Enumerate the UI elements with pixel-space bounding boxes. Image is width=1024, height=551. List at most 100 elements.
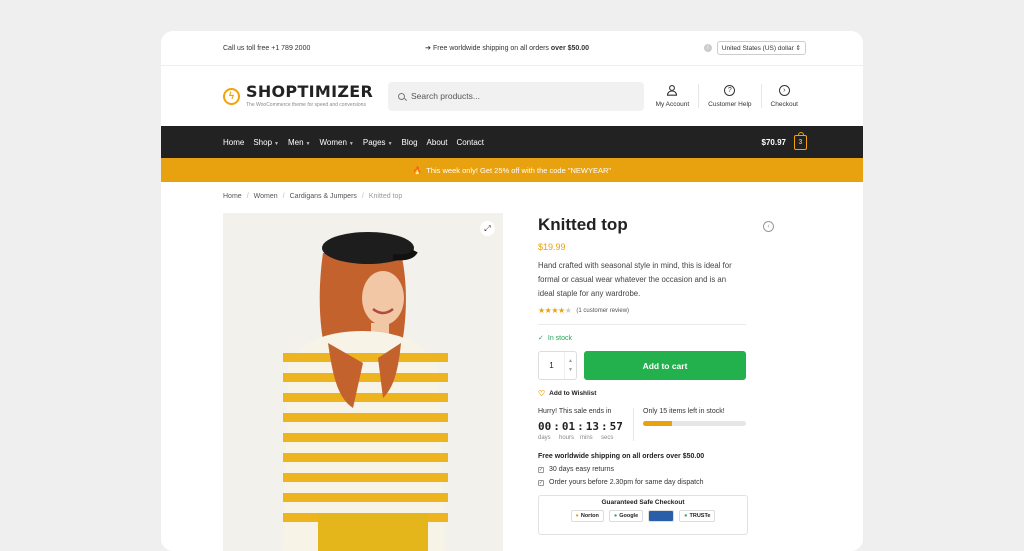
nav-men[interactable]: Men ▼ <box>288 138 311 147</box>
checkout-label: Checkout <box>770 100 798 108</box>
nav-contact[interactable]: Contact <box>456 138 484 147</box>
search-placeholder: Search products... <box>411 91 480 101</box>
cart-total: $70.97 <box>761 137 786 147</box>
safe-checkout-box: Guaranteed Safe Checkout ● Norton ● Google… <box>538 495 748 535</box>
heart-icon: ♡ <box>538 389 546 398</box>
divider <box>538 324 746 325</box>
nav-blog[interactable]: Blog <box>402 138 418 147</box>
site-logo[interactable]: ϟ SHOPTIMIZER The WooCommerce theme for … <box>223 84 388 108</box>
stock-label: In stock <box>547 334 572 342</box>
customer-help-link[interactable]: ? Customer Help <box>698 84 760 108</box>
store-page: Call us toll free +1 789 2000 ➔ Free wor… <box>161 31 863 551</box>
breadcrumb-home[interactable]: Home <box>223 193 242 212</box>
star-rating-icons: ★★★★★ <box>538 306 572 315</box>
cart-button[interactable]: $70.97 3 <box>761 131 807 150</box>
stock-progress-bar <box>643 421 746 426</box>
unit-secs: secs <box>601 435 614 441</box>
product-title: Knitted top <box>538 215 628 234</box>
timer-units: days hours mins secs <box>538 435 633 441</box>
chevron-down-icon: ▼ <box>387 140 393 147</box>
breadcrumb-category[interactable]: Cardigans & Jumpers <box>290 193 357 212</box>
norton-badge: ● Norton <box>570 510 604 522</box>
zoom-icon[interactable]: ⤢ <box>480 221 495 236</box>
cart-bag-icon: 3 <box>794 131 807 150</box>
nav-shop[interactable]: Shop ▼ <box>253 138 279 147</box>
checkout-link[interactable]: › Checkout <box>760 84 807 108</box>
promo-text: This week only! Get 25% off with the cod… <box>426 165 612 175</box>
currency-select[interactable]: United States (US) dollar ⇕ <box>716 41 806 55</box>
perk-returns: ✓ 30 days easy returns <box>538 466 748 473</box>
perk-dispatch-label: Order yours before 2.30pm for same day d… <box>549 479 704 486</box>
truste-badge: ● TRUSTe <box>679 510 716 522</box>
chevron-down-icon: ▼ <box>348 140 354 147</box>
search-input[interactable]: Search products... <box>388 81 644 111</box>
quantity-value[interactable]: 1 <box>539 352 564 379</box>
checkbox-icon: ✓ <box>538 479 544 486</box>
quantity-stepper[interactable]: 1 ▲ ▼ <box>538 351 577 380</box>
nav-pages[interactable]: Pages ▼ <box>363 138 393 147</box>
wishlist-label: Add to Wishlist <box>549 390 597 397</box>
timer-mins: 13 <box>585 420 599 433</box>
checkbox-icon: ✓ <box>538 466 544 473</box>
google-badge: ● Google <box>608 510 644 522</box>
nav-about[interactable]: About <box>427 138 448 147</box>
buy-row: 1 ▲ ▼ Add to cart <box>538 351 748 380</box>
timer-days: 00 <box>538 420 552 433</box>
breadcrumb-women[interactable]: Women <box>254 193 278 212</box>
timer-hours: 01 <box>561 420 576 433</box>
sale-panel: Hurry! This sale ends in 00: 01: 13: 57 … <box>538 408 748 441</box>
nav-home[interactable]: Home <box>223 138 244 147</box>
stepper-controls: ▲ ▼ <box>564 352 576 379</box>
perk-returns-label: 30 days easy returns <box>549 466 614 473</box>
user-icon <box>667 85 678 96</box>
chevron-down-icon: ▼ <box>305 140 311 147</box>
cart-count: 3 <box>798 138 803 146</box>
timer-secs: 57 <box>609 420 623 433</box>
product-rating: ★★★★★ (1 customer review) <box>538 306 748 315</box>
add-to-cart-button[interactable]: Add to cart <box>584 351 746 380</box>
promo-banner: 🔥 This week only! Get 25% off with the c… <box>161 158 863 182</box>
my-account-link[interactable]: My Account <box>647 84 699 108</box>
stock-left: Only 15 items left in stock! <box>634 408 746 441</box>
unit-days: days <box>538 435 551 441</box>
perk-dispatch: ✓ Order yours before 2.30pm for same day… <box>538 479 748 486</box>
main-nav: Home Shop ▼ Men ▼ Women ▼ Pages ▼ Blog About… <box>161 126 863 158</box>
help-icon: ? <box>724 84 736 96</box>
sale-label: Hurry! This sale ends in <box>538 408 612 415</box>
product-info: Knitted top $19.99 Hand crafted with sea… <box>538 213 748 535</box>
decrement-icon[interactable]: ▼ <box>568 367 573 373</box>
search-icon <box>398 92 405 100</box>
unit-hours: hours <box>559 435 575 441</box>
logo-tagline: The WooCommerce theme for speed and conv… <box>246 102 366 108</box>
nav-women[interactable]: Women ▼ <box>320 138 354 147</box>
review-link[interactable]: (1 customer review) <box>576 308 629 314</box>
countdown: Hurry! This sale ends in 00: 01: 13: 57 … <box>538 408 634 441</box>
bbb-badge <box>648 510 675 522</box>
bolt-icon: ϟ <box>223 87 240 105</box>
product-image[interactable]: ⤢ <box>223 213 503 551</box>
customer-help-label: Customer Help <box>708 100 752 108</box>
trust-badges: ● Norton ● Google ● TRUSTe <box>539 510 747 522</box>
previous-product-icon[interactable]: ‹ <box>763 221 774 232</box>
add-to-wishlist-link[interactable]: ♡ Add to Wishlist <box>538 389 748 398</box>
top-bar: Call us toll free +1 789 2000 ➔ Free wor… <box>161 31 863 66</box>
safe-checkout-title: Guaranteed Safe Checkout <box>601 499 685 506</box>
my-account-label: My Account <box>655 101 690 108</box>
site-header: ϟ SHOPTIMIZER The WooCommerce theme for … <box>161 66 863 126</box>
stock-progress-fill <box>643 421 672 426</box>
increment-icon[interactable]: ▲ <box>568 358 573 364</box>
info-icon: i <box>703 44 712 52</box>
logo-text: SHOPTIMIZER <box>246 82 374 101</box>
product-description: Hand crafted with seasonal style in mind… <box>538 261 732 298</box>
header-actions: My Account ? Customer Help › Checkout <box>647 84 807 108</box>
fire-icon: 🔥 <box>412 165 423 175</box>
unit-mins: mins <box>580 435 593 441</box>
stock-status: ✓ In stock <box>538 334 748 343</box>
breadcrumb-current: Knitted top <box>368 193 403 200</box>
shipping-notice: ➔ Free worldwide shipping on all orders … <box>425 45 590 52</box>
free-shipping-text: Free worldwide shipping on all orders ov… <box>538 453 705 460</box>
chevron-down-icon: ▼ <box>274 140 279 147</box>
currency-area: i United States (US) dollar ⇕ <box>703 41 806 55</box>
product-price: $19.99 <box>538 242 566 252</box>
stock-left-label: Only 15 items left in stock! <box>643 408 725 415</box>
